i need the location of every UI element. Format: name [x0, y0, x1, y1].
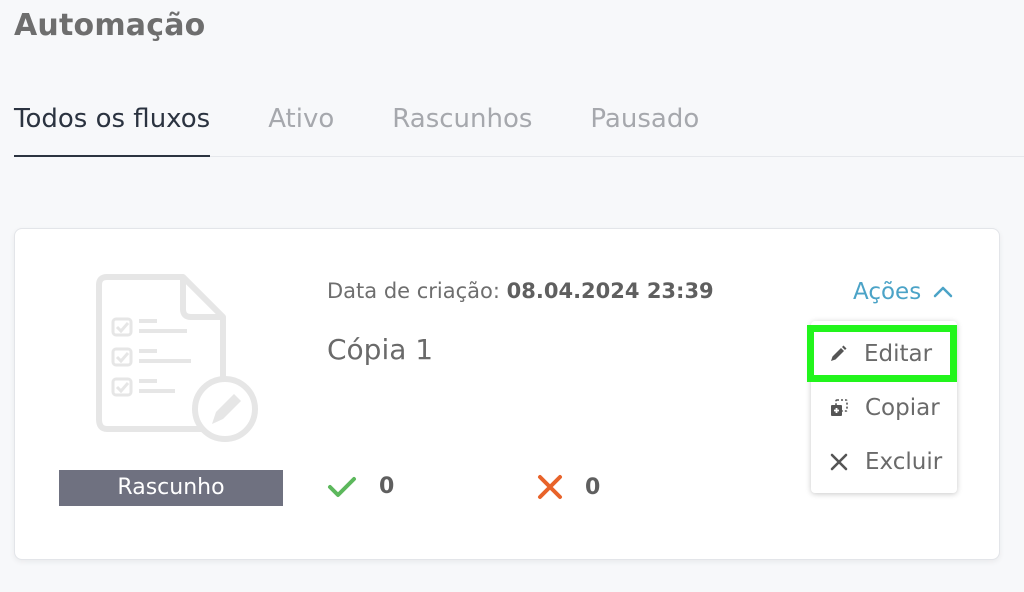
checklist-document-edit-icon	[95, 269, 265, 449]
actions-label: Ações	[853, 279, 922, 305]
creation-date-value: 08.04.2024 23:39	[506, 279, 714, 303]
chevron-up-icon	[933, 286, 953, 298]
success-stat: 0	[327, 474, 394, 499]
tab-all-flows[interactable]: Todos os fluxos	[14, 100, 211, 157]
actions-dropdown-toggle[interactable]: Ações	[853, 279, 953, 305]
failure-count: 0	[585, 474, 601, 500]
copy-label: Copiar	[865, 395, 940, 421]
cross-icon	[538, 475, 562, 499]
status-badge: Rascunho	[59, 470, 283, 506]
creation-date: Data de criação: 08.04.2024 23:39	[327, 279, 714, 303]
edit-menu-item[interactable]: Editar	[807, 325, 957, 382]
success-count: 0	[379, 474, 395, 499]
copy-icon	[827, 398, 851, 418]
close-icon	[827, 452, 851, 472]
tab-drafts[interactable]: Rascunhos	[392, 100, 532, 150]
delete-menu-item[interactable]: Excluir	[811, 435, 957, 489]
check-icon	[328, 476, 356, 497]
page-title: Automação	[14, 8, 206, 43]
failure-stat: 0	[537, 474, 600, 500]
edit-label: Editar	[864, 340, 933, 367]
flow-name: Cópia 1	[327, 333, 434, 366]
copy-menu-item[interactable]: Copiar	[811, 381, 957, 435]
tab-paused[interactable]: Pausado	[590, 100, 699, 150]
flow-card: Rascunho Data de criação: 08.04.2024 23:…	[14, 228, 1000, 560]
creation-date-label: Data de criação:	[327, 279, 500, 303]
automation-page: Automação Todos os fluxos Ativo Rascunho…	[0, 0, 1024, 592]
flow-tabs: Todos os fluxos Ativo Rascunhos Pausado	[14, 100, 1024, 157]
actions-menu: Editar Copiar Excluir	[807, 321, 957, 493]
delete-label: Excluir	[865, 449, 943, 475]
pencil-icon	[826, 344, 850, 364]
tab-active[interactable]: Ativo	[268, 100, 334, 150]
